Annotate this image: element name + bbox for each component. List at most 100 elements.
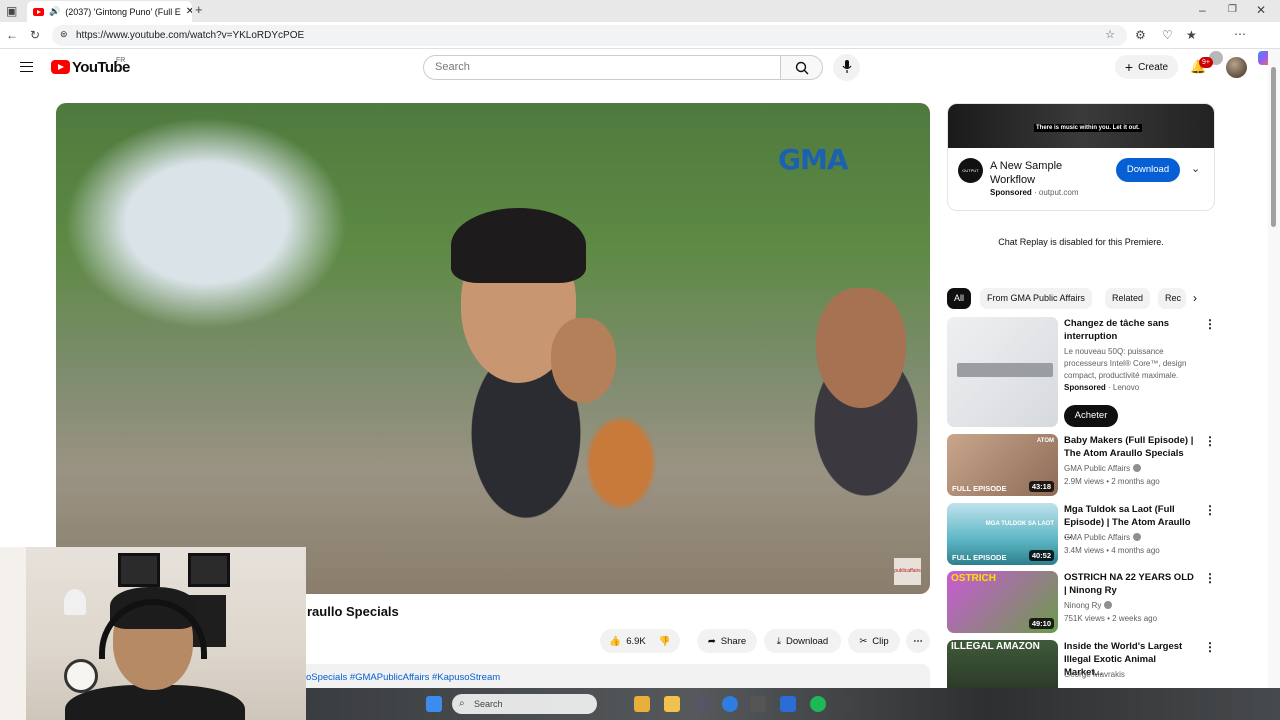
restore-icon[interactable]: ❐ (1228, 3, 1237, 17)
favorites-icon[interactable]: ★ (1186, 28, 1197, 42)
url-field[interactable]: ⊜ https://www.youtube.com/watch?v=YKLoRD… (52, 25, 1127, 46)
public-affairs-logo: publicaffairs (894, 558, 921, 585)
ad-download-button[interactable]: Download (1116, 158, 1180, 182)
taskbar-search-label: Search (474, 699, 503, 709)
like-count[interactable]: 6.9K (626, 636, 646, 647)
close-tab-icon[interactable]: ✕ (186, 6, 192, 17)
country-code: FR (116, 57, 126, 64)
video-player[interactable]: GMA publicaffairs (56, 103, 930, 594)
lenovo-device-image (957, 363, 1053, 377)
clip-button[interactable]: ✂ Clip (848, 629, 900, 653)
refresh-icon[interactable]: ↻ (30, 28, 40, 42)
app-icon[interactable] (694, 696, 710, 712)
gallery-icon[interactable] (634, 696, 650, 712)
thumb-text: ILLEGAL AMAZON (951, 641, 1040, 652)
scrollbar-thumb[interactable] (1271, 67, 1276, 227)
file-explorer-icon[interactable] (664, 696, 680, 712)
create-label: Create (1138, 61, 1169, 73)
more-vertical-icon[interactable]: ⋮ (1204, 434, 1216, 448)
taskbar-search[interactable]: ⌕ Search (452, 694, 597, 714)
rec-title[interactable]: Baby Makers (Full Episode) | The Atom Ar… (1064, 434, 1194, 460)
gma-watermark: GMA (778, 143, 849, 176)
page-scrollbar[interactable] (1268, 49, 1280, 688)
obs-icon[interactable] (840, 696, 856, 712)
ad-banner-image[interactable]: There is music within you. Let it out. (948, 104, 1214, 148)
menu-icon[interactable] (20, 62, 33, 72)
back-icon[interactable]: ← (6, 28, 18, 42)
address-bar-row: ← ↻ ⊜ https://www.youtube.com/watch?v=YK… (0, 22, 1280, 65)
share-icon: ➦ (707, 635, 716, 647)
description-hashtags[interactable]: oSpecials #GMAPublicAffairs #KapusoStrea… (306, 672, 500, 683)
sponsored-thumbnail[interactable] (947, 317, 1058, 427)
site-info-icon[interactable]: ⊜ (60, 29, 68, 40)
streamer-body (65, 685, 245, 720)
more-vertical-icon[interactable]: ⋮ (1204, 503, 1216, 517)
verified-icon (1104, 601, 1113, 609)
browser-tab[interactable]: 🔊 (2037) 'Gintong Puno' (Full E ✕ (27, 1, 192, 22)
chip-related[interactable]: Related (1105, 288, 1151, 309)
search-icon: ⌕ (459, 698, 465, 709)
app-icon[interactable] (750, 696, 766, 712)
create-button[interactable]: + Create (1115, 55, 1178, 79)
more-vertical-icon[interactable]: ⋮ (1204, 317, 1216, 331)
browser-essentials-icon[interactable]: ♡ (1162, 28, 1173, 42)
sponsored-cta-button[interactable]: Acheter (1064, 405, 1118, 427)
duration-badge: 40:52 (1028, 550, 1054, 561)
close-window-icon[interactable]: ✕ (1256, 3, 1266, 17)
rec-channel[interactable]: Ninong Ry (1064, 599, 1113, 612)
rec-channel[interactable]: GMA Public Affairs (1064, 462, 1142, 475)
like-icon[interactable]: 👍 (609, 636, 621, 647)
rec-thumbnail[interactable]: OSTRICH 49:10 (947, 571, 1058, 633)
full-episode-badge: FULL EPISODE (952, 553, 1007, 562)
lamp (64, 589, 86, 615)
new-tab-icon[interactable]: + (195, 3, 203, 17)
more-actions-button[interactable]: ⋯ (906, 629, 930, 653)
account-avatar[interactable] (1226, 57, 1247, 78)
start-icon[interactable] (426, 696, 442, 712)
browser-tab-bar: ▣ 🔊 (2037) 'Gintong Puno' (Full E ✕ + – … (0, 0, 1280, 22)
verified-icon (1133, 464, 1142, 472)
ad-title[interactable]: A New Sample Workflow (990, 159, 1100, 187)
ad-meta: Sponsored · output.com (990, 188, 1079, 197)
ad-card[interactable]: There is music within you. Let it out. O… (947, 103, 1215, 211)
speaker-icon[interactable]: 🔊 (49, 6, 60, 17)
rec-channel[interactable]: GMA Public Affairs (1064, 531, 1142, 544)
edge-icon[interactable] (722, 696, 738, 712)
chip-recent[interactable]: Rec (1158, 288, 1186, 309)
rec-thumbnail[interactable]: ATOM FULL EPISODE 43:18 (947, 434, 1058, 496)
search-input[interactable]: Search (423, 55, 781, 80)
chip-from-gma[interactable]: From GMA Public Affairs (980, 288, 1092, 309)
favorite-star-icon[interactable]: ☆ (1105, 28, 1115, 41)
share-button[interactable]: ➦ Share (697, 629, 757, 653)
sponsored-title[interactable]: Changez de tâche sans interruption (1064, 317, 1194, 343)
tab-actions-icon[interactable]: ▣ (6, 4, 17, 18)
more-horizontal-icon: ⋯ (913, 635, 923, 647)
more-vertical-icon[interactable]: ⋮ (1204, 571, 1216, 585)
vscode-icon[interactable] (780, 696, 796, 712)
wall-picture (118, 553, 160, 587)
like-dislike-group: 👍 6.9K 👎 (600, 629, 680, 653)
rec-thumbnail[interactable]: MGA TULDOK SA LAOT FULL EPISODE 40:52 (947, 503, 1058, 565)
wall-picture (188, 553, 230, 587)
url-text: https://www.youtube.com/watch?v=YKLoRDYc… (76, 30, 305, 41)
download-button[interactable]: ⤓ Download (764, 629, 841, 653)
search-icon (795, 61, 809, 75)
rec-title[interactable]: OSTRICH NA 22 YEARS OLD | Ninong Ry (1064, 571, 1194, 597)
youtube-logo-icon[interactable] (51, 60, 70, 74)
rec-channel[interactable]: George Mavrakis (1064, 668, 1125, 681)
spotify-icon[interactable] (810, 696, 826, 712)
chevron-down-icon[interactable]: ⌄ (1191, 162, 1200, 175)
dislike-icon[interactable]: 👎 (659, 636, 671, 647)
chip-all[interactable]: All (947, 288, 972, 309)
thumb-text: ATOM (1036, 438, 1054, 444)
chevron-right-icon[interactable]: › (1193, 291, 1197, 305)
search-button[interactable] (781, 55, 823, 80)
person-face (816, 288, 906, 408)
rec-thumbnail[interactable]: ILLEGAL AMAZON (947, 640, 1058, 688)
minimize-icon[interactable]: – (1199, 3, 1206, 17)
more-vertical-icon[interactable]: ⋮ (1204, 640, 1216, 654)
more-menu-icon[interactable]: ⋯ (1234, 27, 1246, 41)
thumb-text: OSTRICH (951, 573, 996, 584)
voice-search-button[interactable] (833, 54, 860, 81)
extensions-icon[interactable]: ⚙ (1135, 28, 1146, 42)
